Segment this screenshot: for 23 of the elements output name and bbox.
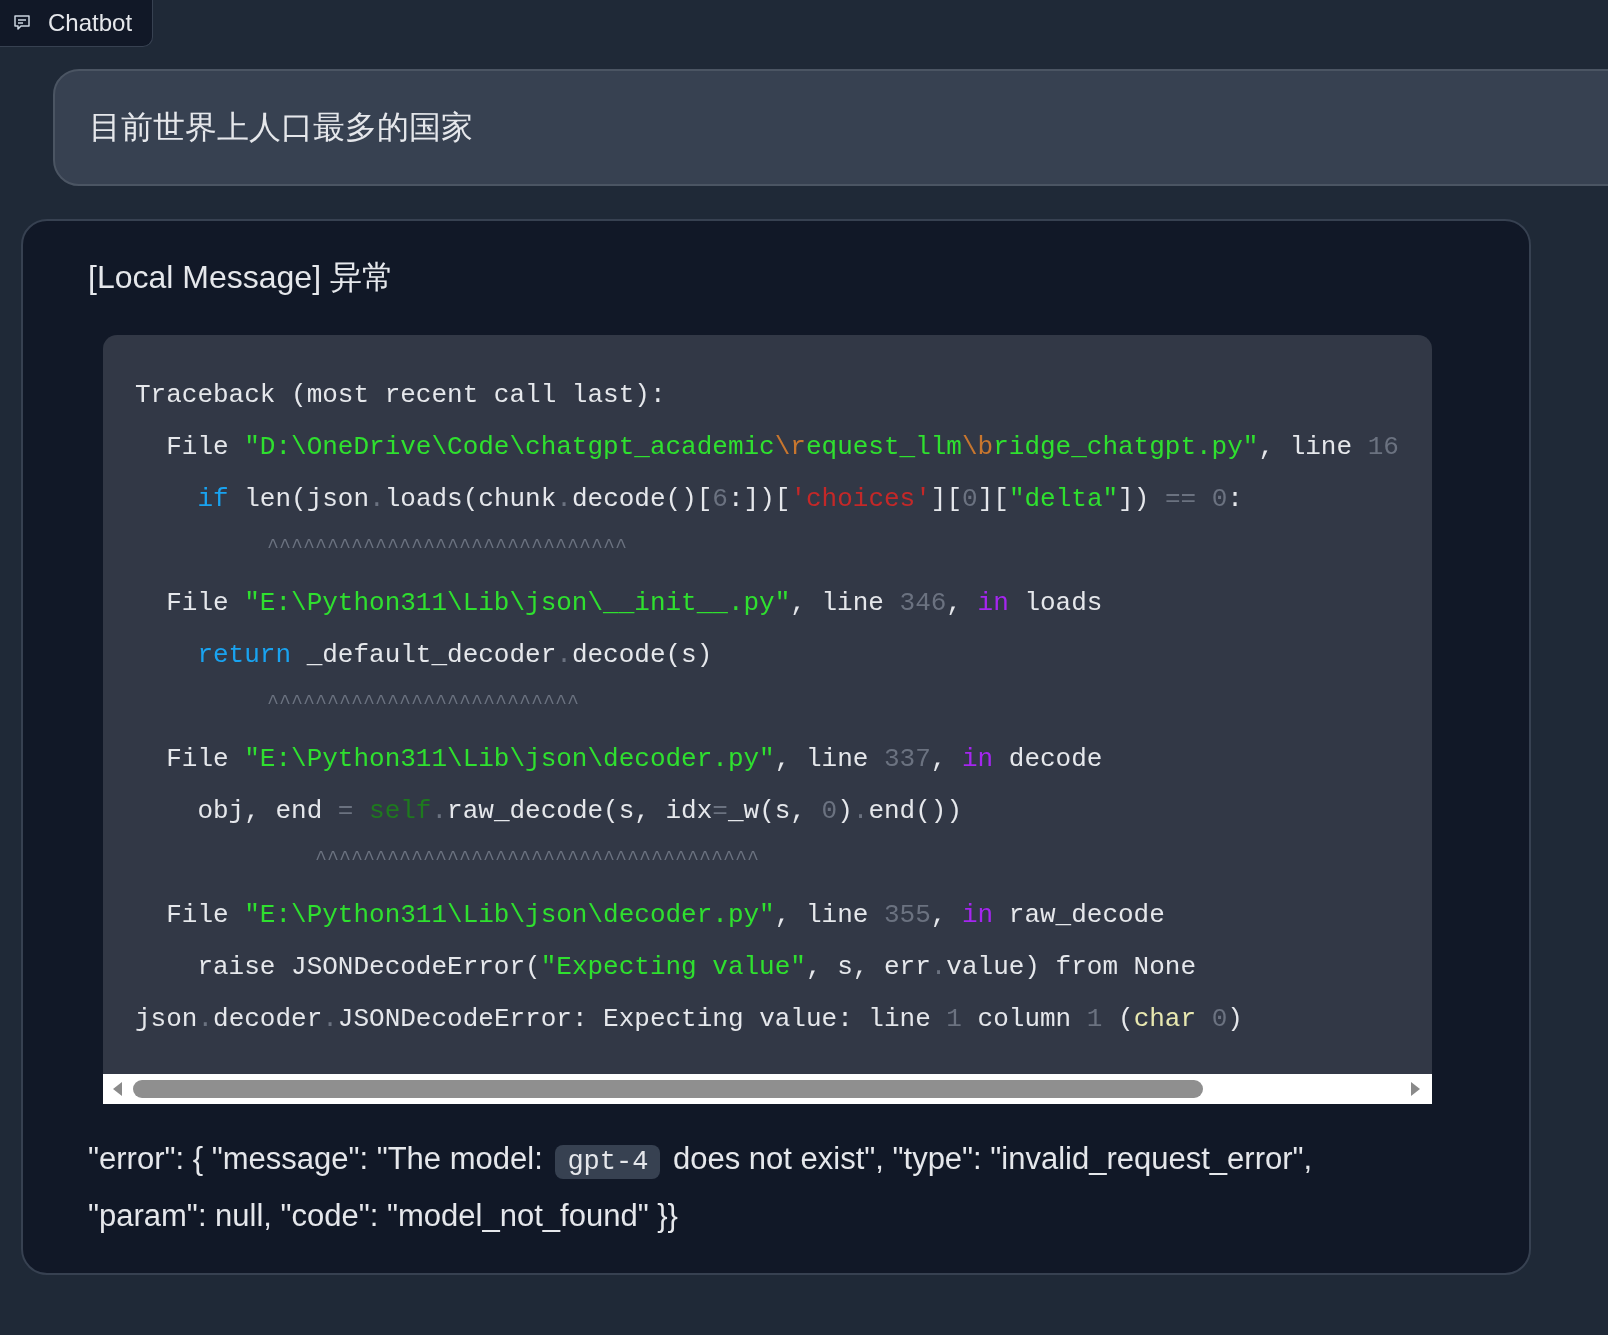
chatbot-tab[interactable]: Chatbot [0, 0, 154, 47]
chat-icon [12, 13, 32, 33]
scroll-right-icon[interactable] [1408, 1081, 1422, 1097]
code-line: raise JSONDecodeError("Expecting value", s, err.value) from None [196, 951, 1197, 984]
scrollbar-thumb[interactable] [133, 1080, 1203, 1098]
code-line: File "E:\Python311\Lib\json\decoder.py", line 355, in raw_decode [165, 899, 1166, 932]
code-line: return _default_decoder.decode(s) [196, 639, 714, 672]
horizontal-scrollbar[interactable] [103, 1074, 1432, 1104]
error-carets: ^^^^^^^^^^^^^^^^^^^^^^^^^^^^^^^^^^^^^ [314, 846, 761, 872]
code-line: obj, end = self.raw_decode(s, idx=_w(s, 0).end()) [196, 795, 963, 828]
inline-code: gpt-4 [555, 1145, 661, 1179]
code-line: if len(json.loads(chunk.decode()[6:])['choices'][0]["delta"]) == 0: [196, 483, 1244, 516]
code-line: File "E:\Python311\Lib\json\__init__.py", line 346, in loads [165, 587, 1104, 620]
message-title: [Local Message] 异常 [88, 258, 395, 297]
code-line: File "D:\OneDrive\Code\chatgpt_academic\request_llm\bridge_chatgpt.py", line 16 [165, 431, 1400, 464]
code-line: json.decoder.JSONDecodeError: Expecting value: line 1 column 1 (char 0) [135, 1003, 1244, 1036]
error-message: "error": { "message": "The model: gpt-4 does not exist", "type": "invalid_request_error", "param": null, "code": "model_not_found" }} [88, 1140, 1314, 1235]
error-carets: ^^^^^^^^^^^^^^^^^^^^^^^^^^^^^^ [266, 534, 629, 560]
user-message: 目前世界上人口最多的国家 [53, 69, 1608, 186]
error-carets: ^^^^^^^^^^^^^^^^^^^^^^^^^^ [266, 690, 581, 716]
scroll-left-icon[interactable] [111, 1081, 125, 1097]
code-line: File "E:\Python311\Lib\json\decoder.py", line 337, in decode [165, 743, 1104, 776]
code-line: Traceback (most recent call last): [135, 379, 667, 412]
